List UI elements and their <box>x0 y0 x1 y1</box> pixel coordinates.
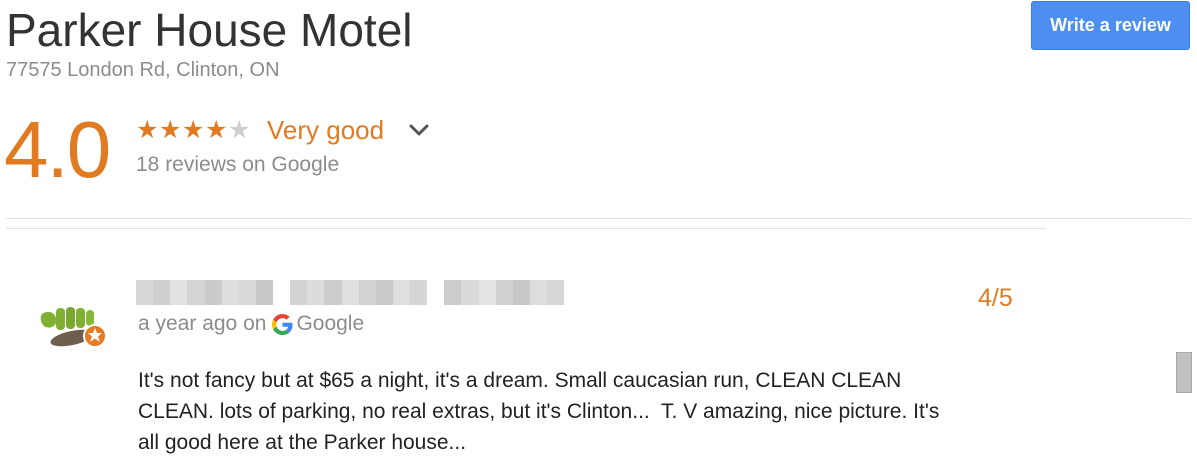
overall-rating: 4.0 <box>4 105 111 194</box>
divider <box>6 218 1191 219</box>
reviewer-avatar[interactable] <box>38 300 110 352</box>
star-filled-icon: ★ <box>136 116 159 144</box>
review-score: 4/5 <box>978 284 1013 312</box>
star-rating: ★ ★ ★ ★ ★ <box>136 116 251 144</box>
review-source: Google <box>296 312 365 335</box>
business-title: Parker House Motel <box>6 4 413 56</box>
chevron-down-icon[interactable] <box>408 120 430 140</box>
review-count[interactable]: 18 reviews on Google <box>136 152 339 178</box>
write-review-button[interactable]: Write a review <box>1031 1 1190 50</box>
star-filled-icon: ★ <box>159 116 182 144</box>
star-filled-icon: ★ <box>205 116 228 144</box>
google-g-icon <box>272 313 293 335</box>
rating-label: Very good <box>267 115 385 145</box>
review-body: It's not fancy but at $65 a night, it's … <box>138 369 940 454</box>
star-filled-icon: ★ <box>182 116 205 144</box>
reviewer-name-redacted <box>136 280 565 305</box>
review-time: a year ago on <box>138 312 267 335</box>
review-meta: a year ago on Google <box>138 311 364 337</box>
scrollbar-thumb[interactable] <box>1176 352 1192 393</box>
business-address: 77575 London Rd, Clinton, ON <box>6 59 280 81</box>
star-empty-icon: ★ <box>228 116 251 144</box>
divider <box>6 228 1046 229</box>
